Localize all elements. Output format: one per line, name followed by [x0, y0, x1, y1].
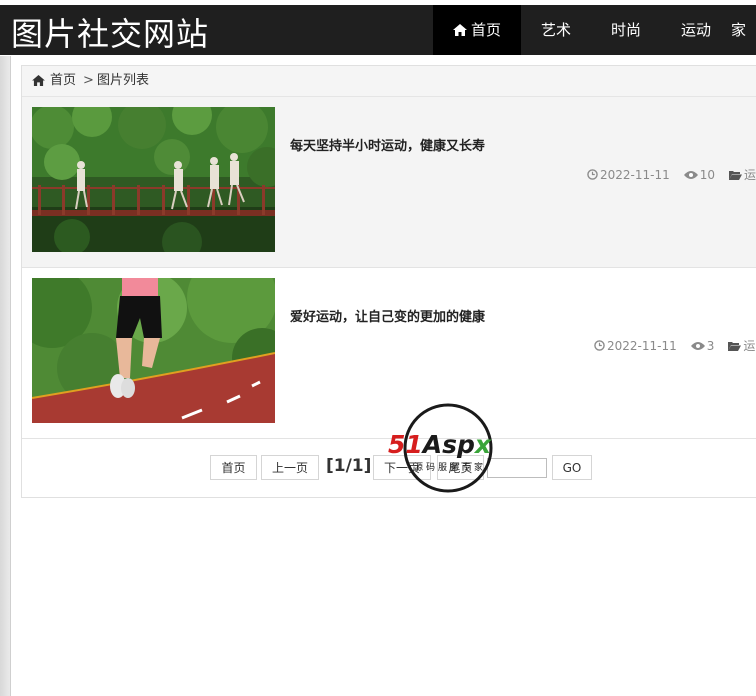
main-nav: 首页 艺术 时尚 运动 家: [433, 5, 756, 55]
list-item: 每天坚持半小时运动，健康又长寿 2022-11-11 10 运动: [22, 97, 756, 268]
watermark-logo: 51Aspx 源码服务专家: [386, 402, 514, 494]
nav-item-art[interactable]: 艺术: [521, 5, 591, 55]
nav-item-label: 家: [731, 21, 747, 39]
watermark-brand: 51Aspx: [388, 430, 491, 459]
eye-icon: [683, 170, 698, 179]
site-title[interactable]: 图片社交网站: [11, 9, 209, 55]
item-views-count: 3: [706, 338, 715, 353]
folder-icon: [728, 341, 742, 351]
breadcrumb: 首页 > 图片列表: [22, 66, 756, 97]
item-thumbnail-runner-track[interactable]: [32, 278, 275, 423]
item-views: 10: [683, 167, 716, 182]
item-category-label: 运动: [744, 168, 756, 182]
item-views: 3: [690, 338, 715, 353]
home-icon: [32, 75, 45, 86]
item-meta: 2022-11-11 10 运动: [587, 166, 756, 183]
item-thumbnail-runners-bridge[interactable]: [32, 107, 275, 252]
nav-item-home[interactable]: 首页: [433, 5, 521, 55]
nav-item-label: 运动: [680, 21, 711, 39]
item-category[interactable]: 运动: [729, 166, 756, 183]
item-date: 2022-11-11: [594, 339, 677, 353]
nav-item-label: 时尚: [610, 21, 641, 39]
nav-item-sports[interactable]: 运动: [661, 5, 731, 55]
pager-go-button[interactable]: GO: [552, 455, 592, 480]
runners-bridge-image: [32, 107, 275, 252]
item-date-text: 2022-11-11: [600, 167, 670, 182]
watermark-brand-text: 51Aspx: [388, 430, 492, 459]
item-title-link[interactable]: 每天坚持半小时运动，健康又长寿: [290, 135, 485, 154]
breadcrumb-current: 图片列表: [97, 73, 150, 88]
header-bar: 图片社交网站 首页 艺术 时尚 运动 家: [0, 5, 756, 55]
item-date-text: 2022-11-11: [607, 338, 677, 353]
item-title-link[interactable]: 爱好运动，让自己变的更加的健康: [290, 306, 485, 325]
left-gutter: [0, 56, 10, 696]
left-gutter-border: [10, 56, 11, 696]
nav-item-home-living[interactable]: 家: [731, 5, 756, 55]
eye-icon: [690, 341, 705, 350]
pager-prev-button[interactable]: 上一页: [261, 455, 319, 480]
item-views-count: 10: [699, 167, 716, 182]
item-meta: 2022-11-11 3 运动: [594, 337, 756, 354]
runner-track-image: [32, 278, 275, 423]
pager-page-info: [1/1]: [326, 456, 372, 476]
nav-item-label: 艺术: [540, 21, 571, 39]
item-category[interactable]: 运动: [728, 337, 756, 354]
breadcrumb-home-link[interactable]: 首页: [50, 66, 76, 96]
watermark-subtitle: 源码服务专家: [414, 463, 487, 473]
item-date: 2022-11-11: [587, 168, 670, 182]
clock-icon: [587, 169, 598, 180]
clock-icon: [594, 340, 605, 351]
folder-icon: [729, 170, 743, 180]
pager-first-button[interactable]: 首页: [210, 455, 257, 480]
nav-item-label: 首页: [470, 21, 501, 39]
nav-item-fashion[interactable]: 时尚: [591, 5, 661, 55]
breadcrumb-separator: >: [83, 73, 94, 88]
item-category-label: 运动: [743, 339, 756, 353]
home-icon: [452, 24, 467, 36]
site-header: 图片社交网站 首页 艺术 时尚 运动 家: [0, 0, 756, 56]
